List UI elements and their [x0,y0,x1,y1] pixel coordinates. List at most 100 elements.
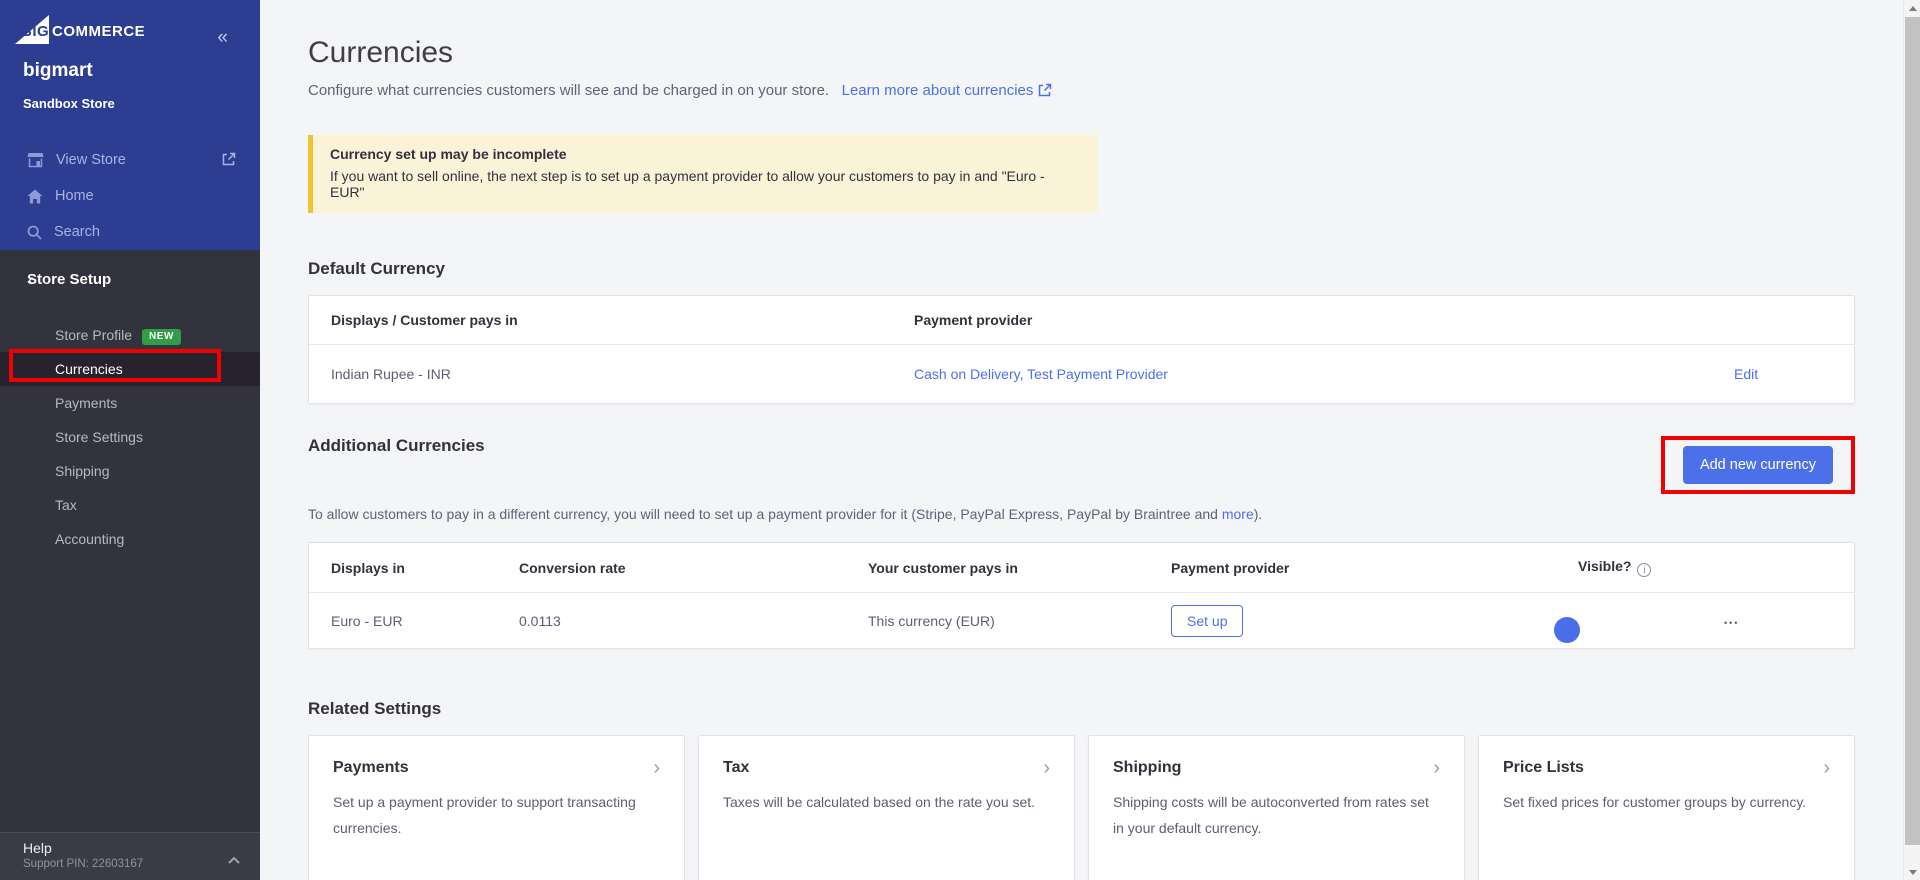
chevron-right-icon[interactable]: › [1823,758,1830,778]
sidebar-item-label: Tax [55,497,77,513]
section-title: Store Setup [27,271,111,288]
description-text: ). [1254,506,1263,522]
sidebar-item-home[interactable]: Home [0,178,260,214]
card-title: Payments [333,759,409,777]
chevron-right-icon[interactable]: › [1433,758,1440,778]
logo-text-big: BIG [21,23,49,40]
card-body: Set up a payment provider to support tra… [333,790,660,842]
sidebar-item-label: Currencies [55,361,123,377]
sidebar-item-payments[interactable]: Payments [0,386,260,420]
edit-link[interactable]: Edit [1734,366,1758,382]
related-card-shipping[interactable]: Shipping› Shipping costs will be autocon… [1088,735,1465,880]
chevron-up-icon[interactable] [228,851,240,869]
row-menu-icon[interactable]: ••• [1724,618,1739,628]
scroll-down-arrow[interactable] [1904,864,1920,880]
more-link[interactable]: more [1222,506,1254,522]
default-currency-heading: Default Currency [308,259,1855,279]
support-pin: Support PIN: 22603167 [23,858,260,870]
sidebar-nav: View Store Home Search [0,142,260,250]
store-setup-menu: Store Profile NEW Currencies Payments Sto… [0,318,260,556]
sidebar-item-label: Accounting [55,531,124,547]
customer-pays-cell: This currency (EUR) [868,613,1171,629]
add-new-currency-button[interactable]: Add new currency [1683,446,1833,484]
external-link-icon[interactable] [222,152,236,170]
sidebar-item-store-settings[interactable]: Store Settings [0,420,260,454]
sidebar-item-accounting[interactable]: Accounting [0,522,260,556]
sidebar-item-label: Store Settings [55,429,143,445]
additional-currencies-description: To allow customers to pay in a different… [308,506,1855,522]
learn-more-link[interactable]: Learn more about currencies [842,82,1034,99]
sidebar-item-label: Home [55,188,94,204]
logo-row: BIG COMMERCE « [14,14,246,48]
related-card-payments[interactable]: Payments › Set up a payment provider to s… [308,735,685,880]
related-card-price-lists[interactable]: Price Lists› Set fixed prices for custom… [1478,735,1855,880]
sidebar-item-view-store[interactable]: View Store [0,142,260,178]
provider-link[interactable]: Test Payment Provider [1027,366,1168,382]
card-title: Tax [723,759,749,777]
table-row: Euro - EUR 0.0113 This currency (EUR) Se… [309,593,1854,648]
default-currency-table: Displays / Customer pays in Payment prov… [308,295,1855,404]
sidebar-item-label: View Store [56,152,126,168]
card-body: Set fixed prices for customer groups by … [1503,790,1830,816]
conversion-rate-cell: 0.0113 [519,613,868,629]
sidebar-item-label: Payments [55,395,117,411]
toggle-knob [1554,617,1580,643]
help-label: Help [23,840,260,856]
chevron-left-icon[interactable]: ‹ [0,271,30,288]
warning-banner: Currency set up may be incomplete If you… [308,135,1098,213]
column-header: Payment provider [914,312,1734,328]
warning-body: If you want to sell online, the next ste… [330,168,1082,200]
scroll-up-arrow[interactable] [1904,0,1920,16]
card-body: Shipping costs will be autoconverted fro… [1113,790,1440,842]
providers-cell: Cash on Delivery, Test Payment Provider [914,366,1734,382]
annotation-add-currency-highlight: Add new currency [1661,436,1855,494]
store-name: bigmart [23,60,93,82]
column-header: Displays / Customer pays in [331,312,914,328]
page-title: Currencies [308,36,1855,70]
chevron-right-icon[interactable]: › [653,758,660,778]
additional-currencies-table: Displays in Conversion rate Your custome… [308,542,1855,649]
logo-text-commerce: COMMERCE [52,23,145,40]
sidebar-item-tax[interactable]: Tax [0,488,260,522]
sidebar-item-label: Search [54,224,100,240]
scrollbar-thumb[interactable] [1905,17,1920,845]
set-up-button[interactable]: Set up [1171,605,1243,637]
sidebar-menu-panel: ‹ Store Setup Store Profile NEW Currencie… [0,250,260,832]
help-panel[interactable]: Help Support PIN: 22603167 [0,832,260,880]
collapse-sidebar-icon[interactable]: « [217,28,228,47]
sidebar-item-label: Shipping [55,463,110,479]
sidebar-item-search[interactable]: Search [0,214,260,250]
info-icon[interactable]: i [1637,563,1651,577]
table-header-row: Displays in Conversion rate Your custome… [309,543,1854,593]
home-icon [27,189,43,204]
table-header-row: Displays / Customer pays in Payment prov… [309,296,1854,345]
separator: , [1020,366,1024,382]
related-settings-cards: Payments › Set up a payment provider to s… [308,735,1855,880]
sidebar-item-shipping[interactable]: Shipping [0,454,260,488]
column-header: Visible? i [1578,558,1724,577]
storefront-icon [27,152,44,168]
vertical-scrollbar[interactable] [1903,0,1920,880]
column-header: Payment provider [1171,560,1578,576]
provider-link[interactable]: Cash on Delivery [914,366,1020,382]
store-setup-header[interactable]: ‹ Store Setup [0,268,111,290]
sidebar-item-store-profile[interactable]: Store Profile NEW [0,318,260,352]
page-subtitle-row: Configure what currencies customers will… [308,82,1855,101]
sidebar-store-panel: BIG COMMERCE « bigmart Sandbox Store Vie… [0,0,260,250]
currency-cell: Indian Rupee - INR [331,366,914,382]
column-header: Conversion rate [519,560,868,576]
new-badge: NEW [142,329,181,345]
search-icon [27,225,42,240]
main-content: Currencies Configure what currencies cus… [260,0,1920,880]
visible-header-label: Visible? [1578,558,1631,574]
additional-currencies-heading: Additional Currencies [308,436,485,456]
related-card-tax[interactable]: Tax› Taxes will be calculated based on t… [698,735,1075,880]
bigcommerce-admin: BIG COMMERCE « bigmart Sandbox Store Vie… [0,0,1920,880]
currency-cell: Euro - EUR [331,613,519,629]
chevron-right-icon[interactable]: › [1043,758,1050,778]
external-link-icon[interactable] [1038,84,1052,101]
description-text: To allow customers to pay in a different… [308,506,1222,522]
warning-title: Currency set up may be incomplete [330,146,1082,162]
sidebar-item-currencies[interactable]: Currencies [0,352,260,386]
sidebar-item-label: Store Profile [55,327,132,343]
